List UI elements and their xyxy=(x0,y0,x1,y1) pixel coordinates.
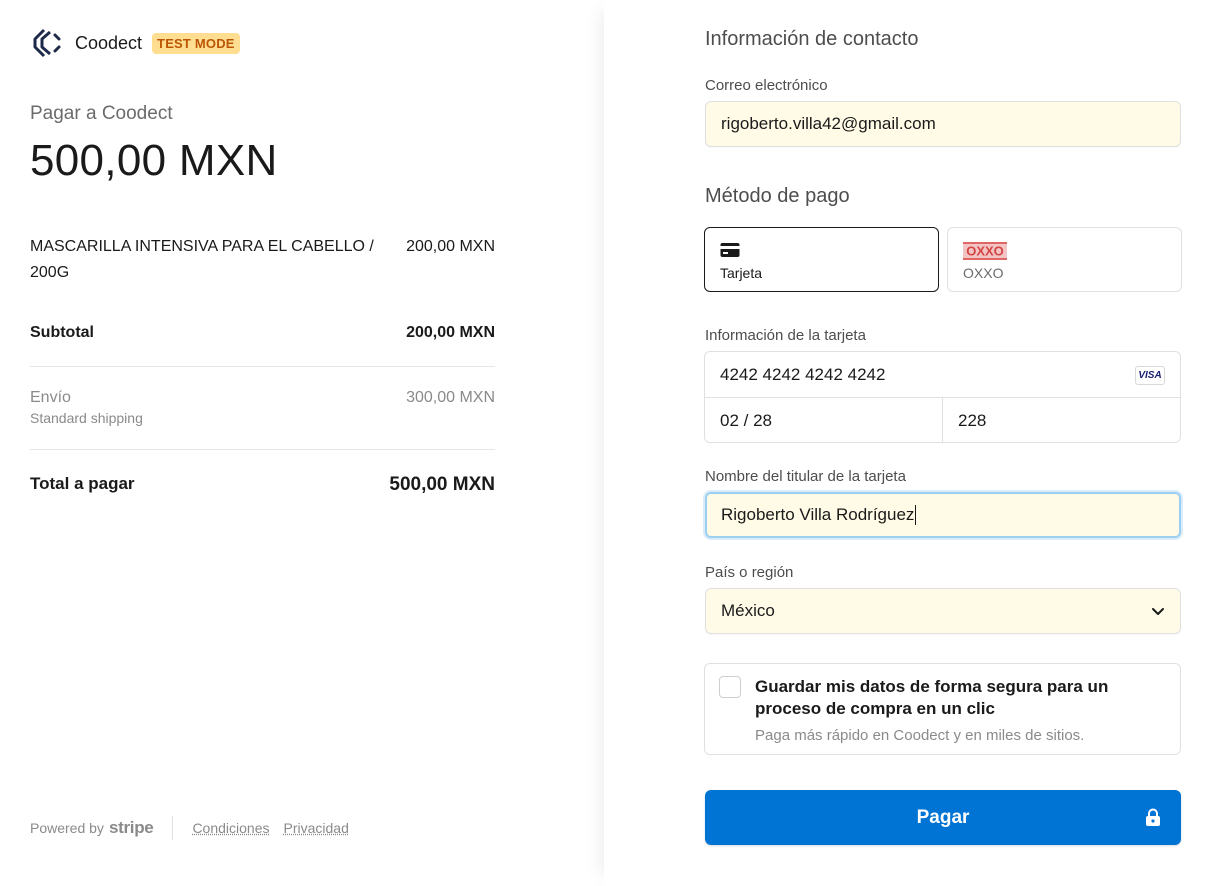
country-value: México xyxy=(721,601,775,620)
visa-icon: VISA xyxy=(1135,366,1165,385)
subtotal-row: Subtotal 200,00 MXN xyxy=(30,324,495,342)
payment-method-card[interactable]: Tarjeta xyxy=(704,227,939,292)
credit-card-icon xyxy=(720,242,740,263)
shipping-method: Standard shipping xyxy=(30,410,143,426)
svg-text:OXXO: OXXO xyxy=(966,244,1004,259)
divider xyxy=(30,449,495,450)
subtotal-value: 200,00 MXN xyxy=(406,324,495,341)
payment-method-title: Método de pago xyxy=(705,185,850,207)
save-info-title: Guardar mis datos de forma segura para u… xyxy=(755,677,1109,718)
lock-icon xyxy=(1145,808,1161,833)
merchant-name: Coodect xyxy=(75,32,143,53)
total-amount: 500,00 MXN xyxy=(30,136,278,185)
pay-button[interactable]: Pagar xyxy=(705,790,1181,845)
save-info-option[interactable]: Guardar mis datos de forma segura para u… xyxy=(704,663,1181,755)
merchant-header[interactable]: Coodect TEST MODE xyxy=(30,26,240,60)
footer: Powered by stripe Condiciones Privacidad xyxy=(30,816,363,840)
footer-separator xyxy=(172,816,174,840)
card-expiry-value: 02 / 28 xyxy=(720,410,772,430)
oxxo-logo-icon: OXXO xyxy=(963,242,1007,265)
line-item-name: MASCARILLA INTENSIVA PARA EL CABELLO / 2… xyxy=(30,238,374,281)
card-cvc-value: 228 xyxy=(958,410,987,430)
card-info-label: Información de la tarjeta xyxy=(705,327,866,344)
email-label: Correo electrónico xyxy=(705,77,828,94)
payment-form-panel: Información de contacto Correo electróni… xyxy=(604,0,1208,886)
save-info-subtitle: Paga más rápido en Coodect y en miles de… xyxy=(755,727,1085,744)
email-value: rigoberto.villa42@gmail.com xyxy=(721,114,936,133)
divider xyxy=(30,366,495,367)
chevron-down-icon xyxy=(1150,603,1166,624)
card-cvc-field[interactable]: 228 xyxy=(943,398,1181,443)
country-select[interactable]: México xyxy=(705,588,1181,634)
payment-method-card-label: Tarjeta xyxy=(720,265,763,281)
payment-method-oxxo[interactable]: OXXO OXXO xyxy=(947,227,1182,292)
cardholder-name-field[interactable]: Rigoberto Villa Rodríguez xyxy=(705,492,1181,538)
email-field[interactable]: rigoberto.villa42@gmail.com xyxy=(705,101,1181,147)
terms-link[interactable]: Condiciones xyxy=(192,820,269,836)
country-label: País o región xyxy=(705,564,794,581)
order-summary-panel: Coodect TEST MODE Pagar a Coodect 500,00… xyxy=(0,0,604,886)
stripe-logo: stripe xyxy=(108,818,154,837)
card-expiry-field[interactable]: 02 / 28 xyxy=(705,398,943,443)
powered-by-stripe[interactable]: Powered by stripe xyxy=(30,818,154,838)
contact-title: Información de contacto xyxy=(705,28,919,50)
line-item: MASCARILLA INTENSIVA PARA EL CABELLO / 2… xyxy=(30,234,495,286)
card-number-value: 4242 4242 4242 4242 xyxy=(720,364,886,384)
card-info-group: 4242 4242 4242 4242 VISA 02 / 28 228 xyxy=(704,351,1181,443)
payment-method-oxxo-label: OXXO xyxy=(963,265,1004,281)
coodect-logo-icon xyxy=(30,26,64,60)
save-info-checkbox[interactable] xyxy=(719,676,741,698)
test-mode-badge: TEST MODE xyxy=(152,32,240,54)
total-value: 500,00 MXN xyxy=(389,474,495,495)
pay-to-label: Pagar a Coodect xyxy=(30,103,173,124)
total-row: Total a pagar 500,00 MXN xyxy=(30,474,495,495)
shipping-value: 300,00 MXN xyxy=(406,389,495,406)
cardholder-label: Nombre del titular de la tarjeta xyxy=(705,468,906,485)
card-number-field[interactable]: 4242 4242 4242 4242 VISA xyxy=(705,352,1180,398)
cardholder-name-value: Rigoberto Villa Rodríguez xyxy=(721,505,915,524)
powered-by-label: Powered by xyxy=(30,820,104,836)
line-item-price: 200,00 MXN xyxy=(406,238,495,255)
text-cursor xyxy=(915,505,917,525)
pay-button-label: Pagar xyxy=(916,806,970,828)
privacy-link[interactable]: Privacidad xyxy=(284,820,349,836)
shipping-row: Envío Standard shipping 300,00 MXN xyxy=(30,389,495,426)
